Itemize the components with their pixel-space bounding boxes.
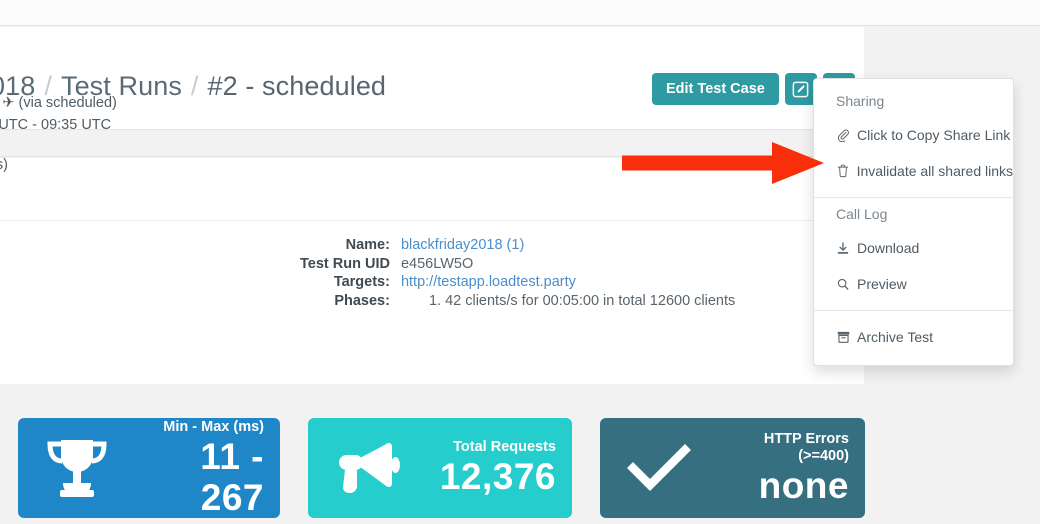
dropdown-header-sharing: Sharing <box>836 93 885 109</box>
breadcrumb-item-2: #2 - scheduled <box>207 71 387 101</box>
menu-item-preview[interactable]: Preview <box>814 266 1013 302</box>
megaphone-icon <box>308 439 426 497</box>
info-value-targets[interactable]: http://testapp.loadtest.party <box>401 273 735 292</box>
stat-card-value: 12,376 <box>439 456 556 497</box>
info-label-phases: Phases: <box>334 292 390 309</box>
trophy-icon <box>18 436 136 500</box>
stat-card-value: 11 - 267 <box>200 435 264 518</box>
trash-icon <box>836 164 850 178</box>
stat-card-text: Min - Max (ms) 11 - 267 <box>136 419 280 518</box>
paperclip-icon <box>836 129 850 142</box>
actions-dropdown-menu: Sharing Click to Copy Share Link Invalid… <box>813 78 1014 366</box>
edit-test-case-button[interactable]: Edit Test Case <box>652 73 779 105</box>
stat-card-min-max: Min - Max (ms) 11 - 267 <box>18 418 280 518</box>
info-label-uid: Test Run UID <box>300 255 390 272</box>
info-label-targets: Targets: <box>333 274 390 290</box>
search-icon <box>836 278 850 291</box>
red-arrow-right <box>622 142 824 189</box>
panel-divider <box>0 220 864 221</box>
menu-item-label: Preview <box>857 276 907 292</box>
dropdown-header-call-log: Call Log <box>836 206 888 222</box>
page-header-panel: 018/Test Runs/#2 - scheduled Edit Test C… <box>0 27 864 130</box>
stat-card-value: none <box>758 464 849 506</box>
menu-item-invalidate-shared-links[interactable]: Invalidate all shared links <box>814 153 1013 189</box>
pencil-square-icon <box>792 81 809 98</box>
run-owner-line: ohnen ✈ (via scheduled) <box>0 95 117 111</box>
menu-item-label: Invalidate all shared links <box>856 163 1013 179</box>
checkmark-icon <box>600 440 718 496</box>
table-row: Targets: http://testapp.loadtest.party <box>300 273 735 292</box>
table-row: Test Run UID e456LW5O <box>300 255 735 274</box>
download-icon <box>836 241 850 255</box>
archive-box-icon <box>836 331 850 343</box>
menu-item-label: Archive Test <box>857 329 933 345</box>
table-row: Name: blackfriday2018 (1) <box>300 236 735 255</box>
menu-item-label: Download <box>857 240 920 256</box>
stat-card-http-errors: HTTP Errors (>=400) none <box>600 418 865 518</box>
top-bar <box>0 0 1040 26</box>
info-label-name: Name: <box>345 237 390 253</box>
table-row: Phases: 1. 42 clients/s for 00:05:00 in … <box>300 292 735 311</box>
menu-item-archive-test[interactable]: Archive Test <box>814 319 1013 355</box>
stat-card-title: HTTP Errors (>=400) <box>763 430 849 464</box>
menu-item-copy-share-link[interactable]: Click to Copy Share Link <box>814 117 1013 153</box>
run-generators-line: erators) <box>0 157 8 173</box>
stat-card-text: HTTP Errors (>=400) none <box>718 431 865 506</box>
stat-card-text: Total Requests 12,376 <box>426 439 572 497</box>
info-value-name[interactable]: blackfriday2018 (1) <box>401 236 735 255</box>
run-time-line: 09:30 UTC - 09:35 UTC <box>0 117 112 133</box>
app-root: 018/Test Runs/#2 - scheduled Edit Test C… <box>0 0 1040 524</box>
stat-cards: Min - Max (ms) 11 - 267 Total Requests 1… <box>0 418 1040 524</box>
stat-card-title: Min - Max (ms) <box>163 418 264 435</box>
menu-item-download[interactable]: Download <box>814 230 1013 266</box>
stat-card-title: Total Requests <box>453 439 556 455</box>
run-info-table: Name: blackfriday2018 (1) Test Run UID e… <box>300 236 735 310</box>
menu-item-label: Click to Copy Share Link <box>857 127 1011 143</box>
stat-card-total-requests: Total Requests 12,376 <box>308 418 572 518</box>
info-value-uid: e456LW5O <box>400 255 474 272</box>
info-value-phases: 1. 42 clients/s for 00:05:00 in total 12… <box>428 292 736 309</box>
run-meta-left-column: ohnen ✈ (via scheduled) 09:30 UTC - 09:3… <box>0 92 117 176</box>
breadcrumb-separator-1: / <box>190 71 199 101</box>
